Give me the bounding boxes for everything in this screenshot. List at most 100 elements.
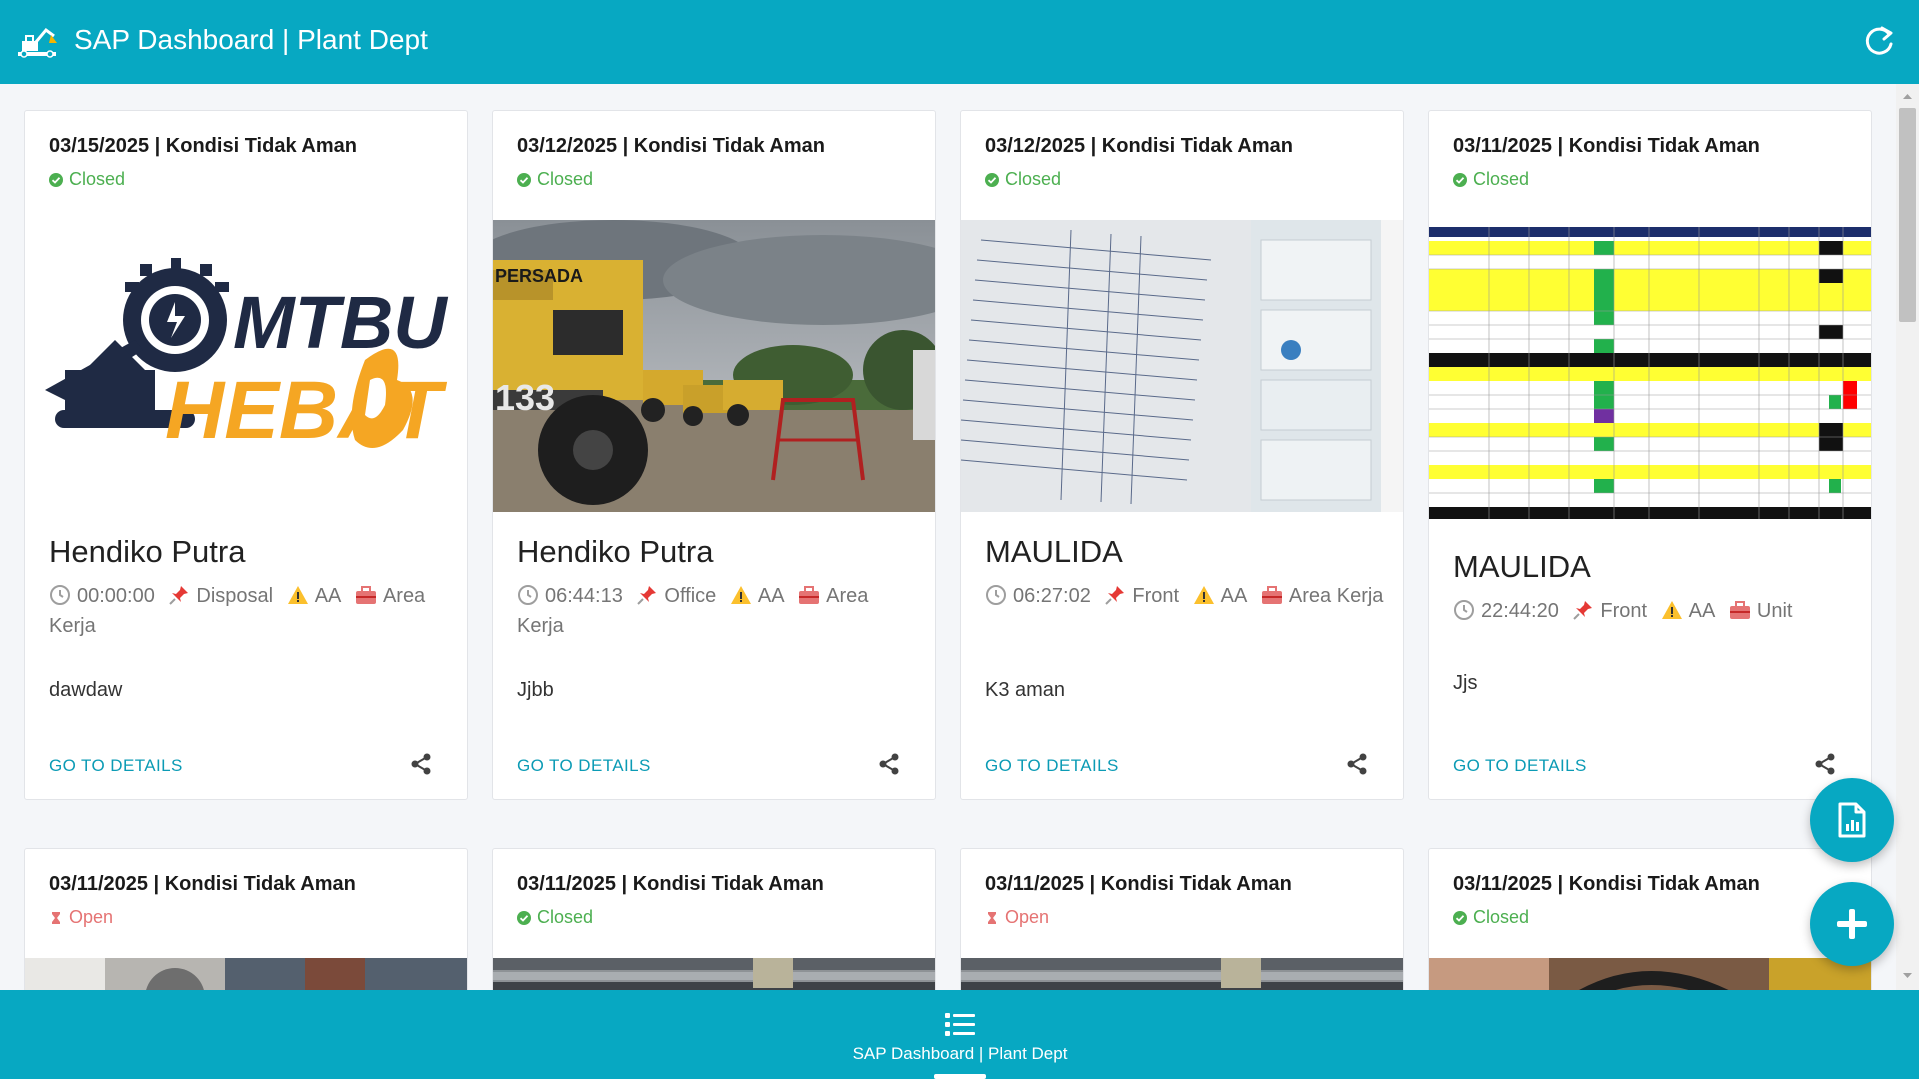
location-value: Office: [664, 585, 717, 607]
card-image[interactable]: 133 PERSADA: [493, 220, 935, 512]
warning-icon: [287, 586, 308, 604]
location-value: Front: [1600, 600, 1648, 622]
haul-truck-photo: 133 PERSADA: [493, 220, 935, 512]
go-to-details-link[interactable]: GO TO DETAILS: [517, 756, 651, 776]
plus-icon: [1837, 909, 1867, 939]
card-header: 03/11/2025 | Kondisi Tidak Aman: [1453, 873, 1760, 895]
check-circle-icon: [1453, 172, 1467, 187]
clock-icon: [986, 585, 1006, 605]
share-icon[interactable]: [1813, 752, 1837, 776]
report-fab-button[interactable]: [1810, 778, 1894, 862]
card-image[interactable]: [961, 958, 1403, 990]
go-to-details-link[interactable]: GO TO DETAILS: [985, 756, 1119, 776]
share-icon[interactable]: [409, 752, 433, 776]
add-report-fab-button[interactable]: [1810, 882, 1894, 966]
pipe-rack-photo: [493, 958, 935, 990]
scrollbar-thumb[interactable]: [1899, 108, 1916, 322]
report-card: 03/11/2025 | Kondisi Tidak Aman Closed: [1428, 110, 1872, 800]
check-circle-icon: [1453, 910, 1467, 925]
excavator-logo-icon: [18, 27, 57, 58]
pushpin-icon: [637, 586, 657, 605]
reporter-name: MAULIDA: [1453, 549, 1591, 584]
status-badge: Open: [985, 907, 1049, 928]
reporter-name: Hendiko Putra: [517, 534, 714, 569]
card-header: 03/15/2025 | Kondisi Tidak Aman: [49, 135, 357, 157]
card-meta: 06:27:02 Front AA Area Kerja: [985, 581, 1385, 611]
clock-icon: [518, 585, 538, 605]
location-value: Disposal: [196, 585, 274, 607]
card-image[interactable]: [961, 220, 1403, 512]
status-badge: Closed: [517, 907, 593, 928]
report-card: 03/12/2025 | Kondisi Tidak Aman Closed: [960, 110, 1404, 800]
card-image[interactable]: [493, 958, 935, 990]
card-image[interactable]: [25, 958, 467, 990]
card-header: 03/11/2025 | Kondisi Tidak Aman: [1453, 135, 1760, 157]
toolbox-icon: [799, 586, 820, 604]
pushpin-icon: [1573, 601, 1593, 620]
description: K3 aman: [985, 679, 1066, 701]
risk-value: AA: [1688, 600, 1716, 622]
reporter-name: MAULIDA: [985, 534, 1123, 569]
card-meta: 06:44:13 Office AA Area Kerja: [517, 581, 917, 641]
refresh-icon[interactable]: [1862, 24, 1896, 58]
area-value: Area Kerja: [1288, 585, 1384, 607]
share-icon[interactable]: [877, 752, 901, 776]
app-bar: SAP Dashboard | Plant Dept: [0, 0, 1919, 84]
pushpin-icon: [1105, 586, 1125, 605]
risk-value: AA: [1220, 585, 1248, 607]
status-label: Closed: [69, 169, 126, 189]
go-to-details-link[interactable]: GO TO DETAILS: [1453, 756, 1587, 776]
card-grid: 03/15/2025 | Kondisi Tidak Aman Closed M…: [0, 84, 1896, 990]
warning-icon: [730, 586, 751, 604]
risk-value: AA: [757, 585, 785, 607]
hand-tool-photo: [1429, 958, 1871, 990]
reporter-name: Hendiko Putra: [49, 534, 246, 569]
report-card: 03/12/2025 | Kondisi Tidak Aman Closed: [492, 110, 936, 800]
status-badge: Closed: [1453, 907, 1529, 928]
card-header: 03/12/2025 | Kondisi Tidak Aman: [985, 135, 1293, 157]
check-circle-icon: [517, 172, 531, 187]
nav-item-dashboard[interactable]: SAP Dashboard | Plant Dept: [830, 990, 1090, 1079]
spreadsheet-screenshot: [1429, 227, 1871, 519]
report-card: 03/11/2025 | Kondisi Tidak Aman Closed: [492, 848, 936, 990]
svg-text:MTBU: MTBU: [233, 281, 448, 364]
toolbox-icon: [1261, 586, 1282, 604]
warning-icon: [1661, 601, 1682, 619]
bottom-navigation: SAP Dashboard | Plant Dept: [0, 990, 1919, 1079]
card-header: 03/11/2025 | Kondisi Tidak Aman: [517, 873, 824, 895]
mtbu-hebat-logo-image: MTBU HEBAT: [45, 258, 448, 456]
card-image[interactable]: MTBU HEBAT: [25, 220, 467, 512]
description: dawdaw: [49, 679, 123, 701]
status-label: Closed: [1473, 907, 1530, 927]
scroll-up-icon[interactable]: [1900, 90, 1915, 102]
check-circle-icon: [985, 172, 999, 187]
card-meta: 22:44:20 Front AA Unit: [1453, 596, 1853, 626]
card-header: 03/11/2025 | Kondisi Tidak Aman: [49, 873, 356, 895]
check-circle-icon: [49, 172, 63, 187]
svg-text:PERSADA: PERSADA: [495, 266, 583, 286]
time-value: 06:27:02: [1013, 585, 1091, 607]
description: Jjs: [1453, 672, 1478, 694]
risk-value: AA: [314, 585, 342, 607]
status-badge: Closed: [517, 169, 593, 190]
clock-icon: [50, 585, 70, 605]
active-tab-indicator: [934, 1074, 986, 1079]
check-circle-icon: [517, 910, 531, 925]
report-card: 03/11/2025 | Kondisi Tidak Aman Open: [960, 848, 1404, 990]
toolbox-icon: [1729, 601, 1750, 619]
first-aid-checklist-photo: [961, 220, 1403, 512]
status-label: Open: [69, 907, 114, 927]
hourglass-icon: [988, 911, 996, 924]
status-label: Open: [1005, 907, 1050, 927]
status-label: Closed: [1005, 169, 1062, 189]
share-icon[interactable]: [1345, 752, 1369, 776]
card-image[interactable]: [1429, 227, 1871, 519]
card-header: 03/11/2025 | Kondisi Tidak Aman: [985, 873, 1292, 895]
scroll-down-icon[interactable]: [1900, 970, 1915, 982]
card-image[interactable]: [1429, 958, 1871, 990]
status-badge: Closed: [985, 169, 1061, 190]
report-card: 03/11/2025 | Kondisi Tidak Aman Closed: [1428, 848, 1872, 990]
go-to-details-link[interactable]: GO TO DETAILS: [49, 756, 183, 776]
status-label: Closed: [537, 169, 594, 189]
clock-icon: [1454, 600, 1474, 620]
